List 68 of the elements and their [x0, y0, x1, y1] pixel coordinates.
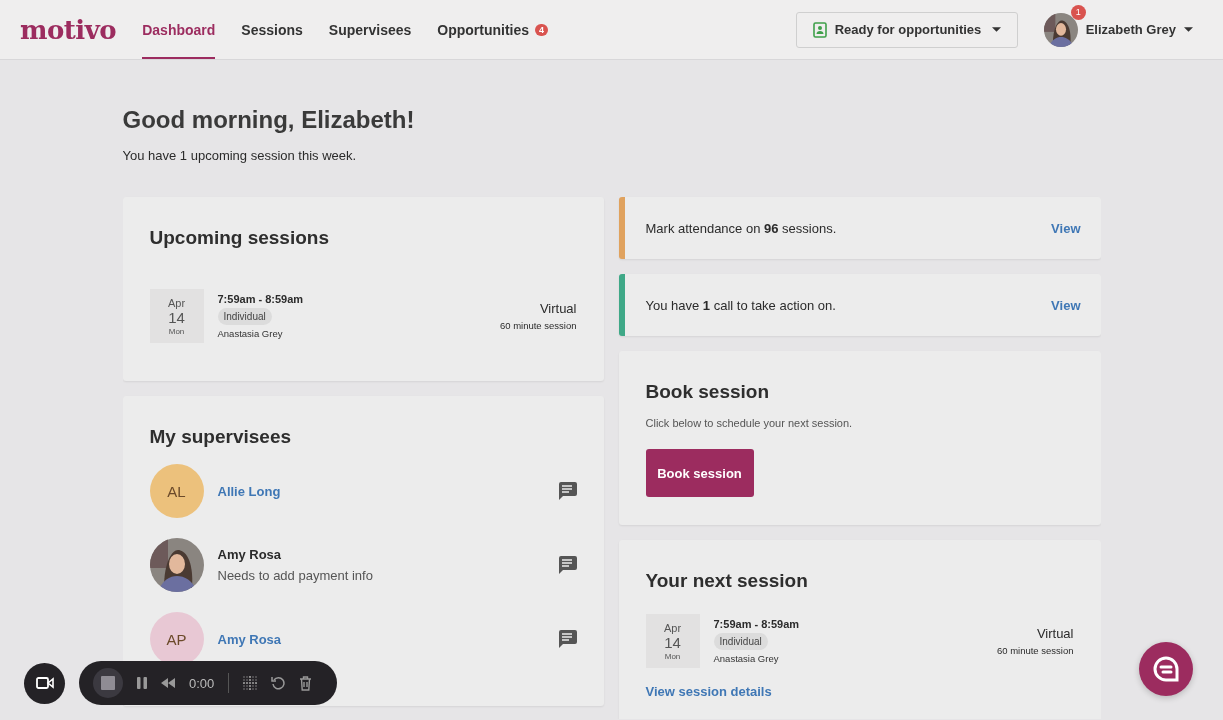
message-icon[interactable] [556, 630, 577, 648]
view-link[interactable]: View [1051, 220, 1081, 236]
rewind-icon [161, 678, 175, 688]
nav-tab[interactable]: Supervisees [328, 0, 412, 59]
card-title: Upcoming sessions [149, 227, 330, 249]
trash-icon [299, 675, 313, 691]
status-dropdown[interactable]: Ready for opportunities [795, 11, 1018, 48]
recording-time: 0:00 [189, 675, 215, 691]
session-duration: 60 minute session [996, 645, 1074, 656]
supervisee-link[interactable]: Amy Rosa [217, 631, 282, 647]
session-time: 7:59am - 8:59am [217, 293, 304, 305]
notification-badge: 1 [1070, 4, 1086, 20]
logo[interactable]: motivo [20, 0, 117, 59]
session-location: Virtual [539, 301, 577, 316]
greeting-title: Good morning, Elizabeth! [122, 106, 416, 134]
initials-avatar: AL [149, 464, 204, 518]
video-camera-icon [35, 677, 54, 689]
pause-icon [137, 677, 147, 689]
stop-button[interactable] [93, 668, 123, 698]
day: 14 [664, 633, 681, 652]
day: 14 [168, 308, 185, 327]
stop-icon [101, 676, 115, 690]
caret-icon [991, 27, 1001, 32]
weekday: Mon [664, 651, 681, 661]
session-type-tag: Individual [217, 308, 272, 325]
supervisee-note: Needs to add payment info [217, 568, 373, 583]
alert-text: Mark attendance on 96 sessions. [645, 220, 838, 236]
restart-button[interactable] [271, 676, 286, 690]
person-board-icon [812, 21, 827, 38]
user-avatar [1043, 12, 1078, 47]
supervisee-photo [149, 538, 204, 592]
weekday: Mon [168, 326, 185, 336]
restart-icon [271, 676, 286, 690]
card-title: My supervisees [149, 426, 293, 448]
delete-button[interactable] [299, 675, 313, 691]
nav-tab[interactable]: Sessions [241, 0, 303, 59]
session-type-tag: Individual [713, 633, 768, 650]
count-badge: 4 [535, 23, 549, 36]
alert-text: You have 1 call to take action on. [645, 297, 837, 313]
user-name[interactable]: Elizabeth Grey [1085, 22, 1176, 37]
session-person: Anastasia Grey [713, 653, 779, 664]
greeting-subtitle: You have 1 upcoming session this week. [122, 148, 358, 163]
message-icon[interactable] [556, 556, 577, 574]
caret-icon [1184, 27, 1193, 32]
grid-button[interactable] [243, 676, 258, 690]
supervisee-link[interactable]: Allie Long [217, 483, 281, 499]
card-text: Click below to schedule your next session. [645, 417, 854, 429]
card-title: Your next session [645, 570, 809, 592]
chat-icon [1152, 655, 1180, 683]
nav-tab[interactable]: Dashboard [142, 0, 216, 59]
month: Apr [167, 296, 186, 309]
message-icon[interactable] [556, 482, 577, 500]
month: Apr [663, 621, 682, 634]
view-link[interactable]: View [1051, 297, 1081, 313]
camera-button[interactable] [24, 662, 65, 704]
book-session-button[interactable]: Book session [645, 449, 754, 497]
session-person: Anastasia Grey [217, 328, 283, 339]
supervisee-name: Amy Rosa [217, 547, 282, 562]
pause-button[interactable] [137, 677, 147, 689]
session-details-link[interactable]: View session details [645, 684, 1074, 699]
rewind-button[interactable] [161, 678, 175, 688]
session-time: 7:59am - 8:59am [713, 618, 800, 630]
chat-button[interactable] [1139, 642, 1193, 696]
card-title: Book session [645, 381, 771, 403]
dot-grid-icon [243, 676, 258, 690]
session-location: Virtual [1036, 626, 1074, 641]
nav-tab[interactable]: Opportunities 4 [437, 0, 549, 59]
session-duration: 60 minute session [499, 320, 577, 331]
